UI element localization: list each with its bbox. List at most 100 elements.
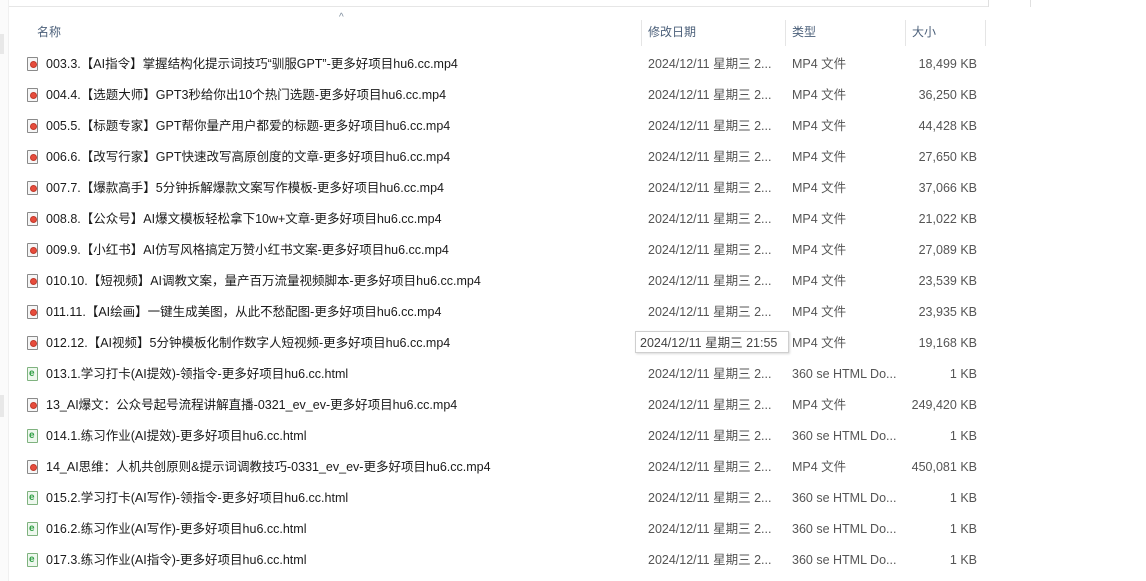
file-type: MP4 文件 bbox=[792, 336, 847, 350]
file-name: 011.11.【AI绘画】一键生成美图，从此不愁配图-更多好项目hu6.cc.m… bbox=[46, 305, 442, 319]
file-type: 360 se HTML Do... bbox=[792, 429, 897, 443]
file-row[interactable]: 005.5.【标题专家】GPT帮你量产用户都爱的标题-更多好项目hu6.cc.m… bbox=[9, 111, 989, 142]
top-separator bbox=[1030, 0, 1031, 7]
mp4-file-icon bbox=[27, 305, 38, 319]
column-header-date[interactable]: 修改日期 bbox=[642, 16, 785, 48]
file-size: 21,022 KB bbox=[918, 212, 977, 226]
file-row[interactable]: 012.12.【AI视频】5分钟模板化制作数字人短视频-更多好项目hu6.cc.… bbox=[9, 328, 989, 359]
file-row[interactable]: 003.3.【AI指令】掌握结构化提示词技巧“驯服GPT”-更多好项目hu6.c… bbox=[9, 49, 989, 80]
file-row[interactable]: 016.2.练习作业(AI写作)-更多好项目hu6.cc.html 2024/12… bbox=[9, 513, 989, 545]
file-date: 2024/12/11 星期三 2... bbox=[648, 553, 772, 567]
file-row[interactable]: 006.6.【改写行家】GPT快速改写高原创度的文章-更多好项目hu6.cc.m… bbox=[9, 142, 989, 173]
file-size: 1 KB bbox=[949, 553, 977, 567]
file-size: 1 KB bbox=[949, 367, 977, 381]
file-size: 18,499 KB bbox=[918, 57, 977, 71]
file-name: 009.9.【小红书】AI仿写风格搞定万赞小红书文案-更多好项目hu6.cc.m… bbox=[46, 243, 449, 257]
column-header-size-label: 大小 bbox=[912, 25, 937, 39]
file-row[interactable]: 017.3.练习作业(AI指令)-更多好项目hu6.cc.html 2024/12… bbox=[9, 544, 989, 576]
file-list: 003.3.【AI指令】掌握结构化提示词技巧“驯服GPT”-更多好项目hu6.c… bbox=[9, 49, 989, 576]
file-name: 13_AI爆文：公众号起号流程讲解直播-0321_ev_ev-更多好项目hu6.… bbox=[46, 398, 458, 412]
html-file-icon bbox=[27, 544, 38, 575]
file-type: MP4 文件 bbox=[792, 119, 847, 133]
file-type: 360 se HTML Do... bbox=[792, 522, 897, 536]
file-type: MP4 文件 bbox=[792, 398, 847, 412]
file-type: MP4 文件 bbox=[792, 88, 847, 102]
column-header-row: 名称 ^ 修改日期 类型 大小 bbox=[9, 12, 989, 48]
file-date: 2024/12/11 星期三 2... bbox=[648, 460, 772, 474]
file-row[interactable]: 14_AI思维：人机共创原则&提示词调教技巧-0331_ev_ev-更多好项目h… bbox=[9, 452, 989, 483]
file-name: 14_AI思维：人机共创原则&提示词调教技巧-0331_ev_ev-更多好项目h… bbox=[46, 460, 491, 474]
file-name: 016.2.练习作业(AI写作)-更多好项目hu6.cc.html bbox=[46, 522, 307, 536]
top-divider bbox=[0, 6, 988, 7]
file-type: MP4 文件 bbox=[792, 181, 847, 195]
file-name: 017.3.练习作业(AI指令)-更多好项目hu6.cc.html bbox=[46, 553, 307, 567]
file-row[interactable]: 013.1.学习打卡(AI提效)-领指令-更多好项目hu6.cc.html 202… bbox=[9, 358, 989, 390]
html-file-icon bbox=[27, 482, 38, 513]
nav-marker bbox=[0, 34, 4, 54]
file-type: MP4 文件 bbox=[792, 57, 847, 71]
file-row[interactable]: 015.2.学习打卡(AI写作)-领指令-更多好项目hu6.cc.html 202… bbox=[9, 482, 989, 514]
file-row[interactable]: 008.8.【公众号】AI爆文模板轻松拿下10w+文章-更多好项目hu6.cc.… bbox=[9, 204, 989, 235]
column-header-name-label: 名称 bbox=[37, 25, 62, 39]
date-tooltip: 2024/12/11 星期三 21:55 bbox=[635, 331, 789, 353]
file-size: 27,650 KB bbox=[918, 150, 977, 164]
html-file-icon bbox=[27, 420, 38, 451]
file-name: 008.8.【公众号】AI爆文模板轻松拿下10w+文章-更多好项目hu6.cc.… bbox=[46, 212, 442, 226]
file-size: 36,250 KB bbox=[918, 88, 977, 102]
file-size: 249,420 KB bbox=[911, 398, 977, 412]
file-size: 1 KB bbox=[949, 522, 977, 536]
mp4-file-icon bbox=[27, 274, 38, 288]
file-type: MP4 文件 bbox=[792, 274, 847, 288]
file-size: 19,168 KB bbox=[918, 336, 977, 350]
file-name: 013.1.学习打卡(AI提效)-领指令-更多好项目hu6.cc.html bbox=[46, 367, 349, 381]
file-name: 003.3.【AI指令】掌握结构化提示词技巧“驯服GPT”-更多好项目hu6.c… bbox=[46, 57, 458, 71]
file-date: 2024/12/11 星期三 2... bbox=[648, 181, 772, 195]
mp4-file-icon bbox=[27, 212, 38, 226]
file-date: 2024/12/11 星期三 2... bbox=[648, 88, 772, 102]
sort-ascending-icon: ^ bbox=[339, 12, 344, 23]
file-date: 2024/12/11 星期三 2... bbox=[648, 305, 772, 319]
column-header-type[interactable]: 类型 bbox=[786, 16, 905, 48]
file-date: 2024/12/11 星期三 2... bbox=[648, 522, 772, 536]
mp4-file-icon bbox=[27, 88, 38, 102]
file-size: 1 KB bbox=[949, 429, 977, 443]
file-row[interactable]: 007.7.【爆款高手】5分钟拆解爆款文案写作模板-更多好项目hu6.cc.mp… bbox=[9, 173, 989, 204]
file-type: 360 se HTML Do... bbox=[792, 367, 897, 381]
file-name: 006.6.【改写行家】GPT快速改写高原创度的文章-更多好项目hu6.cc.m… bbox=[46, 150, 451, 164]
file-type: MP4 文件 bbox=[792, 212, 847, 226]
file-type: MP4 文件 bbox=[792, 150, 847, 164]
mp4-file-icon bbox=[27, 460, 38, 474]
column-header-name[interactable]: 名称 bbox=[31, 16, 641, 48]
file-row[interactable]: 011.11.【AI绘画】一键生成美图，从此不愁配图-更多好项目hu6.cc.m… bbox=[9, 297, 989, 328]
navigation-pane-edge[interactable] bbox=[0, 0, 9, 581]
mp4-file-icon bbox=[27, 243, 38, 257]
column-header-size[interactable]: 大小 bbox=[906, 16, 985, 48]
mp4-file-icon bbox=[27, 119, 38, 133]
file-row[interactable]: 010.10.【短视频】AI调教文案，量产百万流量视频脚本-更多好项目hu6.c… bbox=[9, 266, 989, 297]
html-file-icon bbox=[27, 358, 38, 389]
column-header-date-label: 修改日期 bbox=[648, 25, 697, 39]
file-row[interactable]: 004.4.【选题大师】GPT3秒给你出10个热门选题-更多好项目hu6.cc.… bbox=[9, 80, 989, 111]
file-size: 450,081 KB bbox=[911, 460, 977, 474]
file-date: 2024/12/11 星期三 2... bbox=[648, 119, 772, 133]
column-divider[interactable] bbox=[985, 20, 986, 46]
file-date: 2024/12/11 星期三 2... bbox=[648, 274, 772, 288]
file-type: MP4 文件 bbox=[792, 243, 847, 257]
mp4-file-icon bbox=[27, 181, 38, 195]
file-row[interactable]: 009.9.【小红书】AI仿写风格搞定万赞小红书文案-更多好项目hu6.cc.m… bbox=[9, 235, 989, 266]
file-date: 2024/12/11 星期三 2... bbox=[648, 243, 772, 257]
file-size: 44,428 KB bbox=[918, 119, 977, 133]
file-type: 360 se HTML Do... bbox=[792, 491, 897, 505]
file-size: 1 KB bbox=[949, 491, 977, 505]
mp4-file-icon bbox=[27, 398, 38, 412]
file-date: 2024/12/11 星期三 2... bbox=[648, 212, 772, 226]
file-date: 2024/12/11 星期三 2... bbox=[648, 398, 772, 412]
mp4-file-icon bbox=[27, 150, 38, 164]
file-name: 004.4.【选题大师】GPT3秒给你出10个热门选题-更多好项目hu6.cc.… bbox=[46, 88, 447, 102]
file-row[interactable]: 13_AI爆文：公众号起号流程讲解直播-0321_ev_ev-更多好项目hu6.… bbox=[9, 390, 989, 421]
file-name: 007.7.【爆款高手】5分钟拆解爆款文案写作模板-更多好项目hu6.cc.mp… bbox=[46, 181, 444, 195]
top-strip bbox=[0, 0, 1146, 8]
file-row[interactable]: 014.1.练习作业(AI提效)-更多好项目hu6.cc.html 2024/12… bbox=[9, 420, 989, 452]
mp4-file-icon bbox=[27, 336, 38, 350]
file-type: 360 se HTML Do... bbox=[792, 553, 897, 567]
